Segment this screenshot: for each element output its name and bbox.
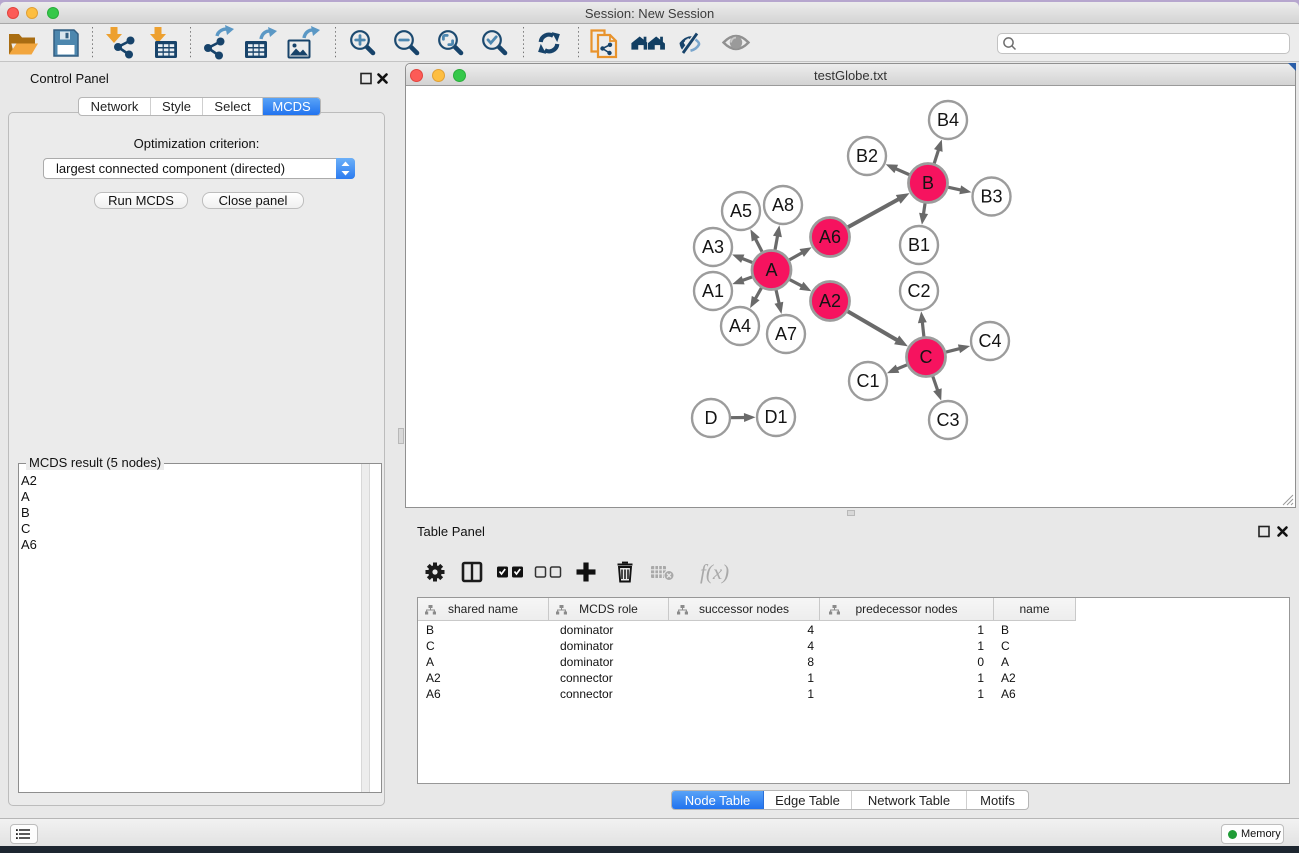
svg-text:B2: B2: [856, 146, 878, 166]
svg-text:A7: A7: [775, 324, 797, 344]
svg-text:A2: A2: [819, 291, 841, 311]
svg-text:D1: D1: [764, 407, 787, 427]
svg-text:A6: A6: [819, 227, 841, 247]
svg-text:C3: C3: [936, 410, 959, 430]
svg-text:A4: A4: [729, 316, 751, 336]
svg-text:B: B: [922, 173, 934, 193]
svg-text:C2: C2: [907, 281, 930, 301]
svg-text:C4: C4: [978, 331, 1001, 351]
svg-text:A3: A3: [702, 237, 724, 257]
svg-text:B4: B4: [937, 110, 959, 130]
svg-text:D: D: [705, 408, 718, 428]
svg-text:A1: A1: [702, 281, 724, 301]
svg-text:A5: A5: [730, 201, 752, 221]
svg-text:f(x): f(x): [700, 560, 729, 584]
svg-text:B1: B1: [908, 235, 930, 255]
svg-text:C1: C1: [856, 371, 879, 391]
svg-text:C: C: [920, 347, 933, 367]
svg-text:A: A: [765, 260, 777, 280]
svg-text:A8: A8: [772, 195, 794, 215]
svg-text:B3: B3: [980, 187, 1002, 207]
